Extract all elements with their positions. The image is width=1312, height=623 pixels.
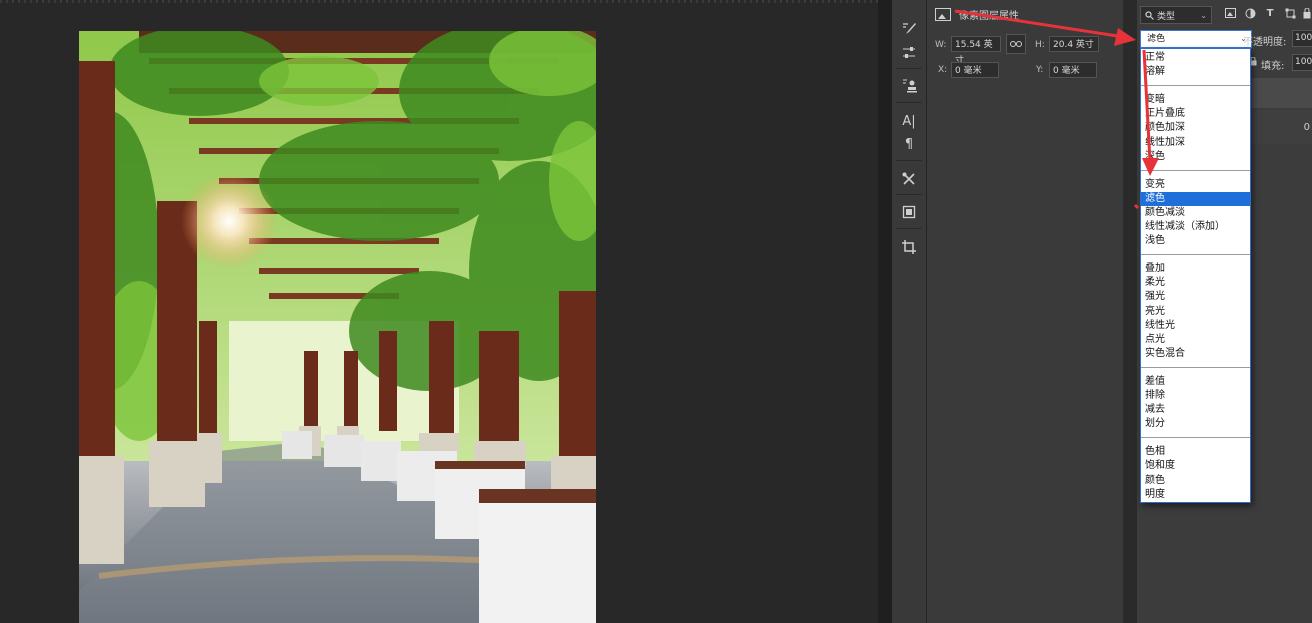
link-icon bbox=[1010, 41, 1022, 47]
type-icon[interactable]: A| bbox=[898, 110, 920, 132]
blend-mode-option[interactable]: 差值 bbox=[1141, 375, 1250, 389]
pixel-filter-icon[interactable] bbox=[1224, 8, 1236, 20]
adjust-sliders-icon[interactable] bbox=[898, 42, 920, 64]
menu-separator bbox=[1141, 437, 1250, 439]
tool-separator bbox=[896, 228, 922, 229]
x-position-field[interactable]: 0 毫米 bbox=[951, 62, 999, 78]
blend-mode-option[interactable]: 变亮 bbox=[1141, 178, 1250, 192]
menu-separator bbox=[1141, 366, 1250, 368]
type-filter-icon[interactable]: T bbox=[1264, 8, 1276, 20]
properties-panel: 像素图层属性 W: 15.54 英寸 H: 20.4 英寸 X: 0 毫米 Y:… bbox=[927, 0, 1123, 623]
blend-mode-option[interactable]: 浅色 bbox=[1141, 234, 1250, 248]
layer-row[interactable]: 0 bbox=[1251, 110, 1312, 144]
layer-kind-filter[interactable]: 类型 ⌄ bbox=[1140, 6, 1212, 24]
crop-icon[interactable] bbox=[898, 236, 920, 258]
garden-corridor-photo[interactable] bbox=[79, 31, 596, 623]
canvas-top-edge bbox=[0, 0, 878, 3]
adjustment-filter-icon[interactable] bbox=[1244, 8, 1256, 20]
document-canvas[interactable] bbox=[0, 0, 878, 623]
opacity-field[interactable]: 100% bbox=[1292, 30, 1312, 47]
width-label: W: bbox=[935, 40, 947, 50]
paragraph-icon[interactable]: ¶ bbox=[898, 133, 920, 155]
menu-separator bbox=[1141, 254, 1250, 256]
smart-object-filter-icon[interactable] bbox=[1303, 7, 1311, 20]
properties-header: 像素图层属性 bbox=[935, 6, 1019, 22]
search-icon bbox=[1145, 10, 1154, 20]
height-field[interactable]: 20.4 英寸 bbox=[1049, 36, 1099, 52]
blend-mode-option[interactable]: 饱和度 bbox=[1141, 459, 1250, 473]
blend-mode-option[interactable]: 色相 bbox=[1141, 445, 1250, 459]
height-label: H: bbox=[1035, 40, 1045, 50]
blend-mode-option[interactable]: 颜色 bbox=[1141, 474, 1250, 488]
paragraph-glyph: ¶ bbox=[904, 136, 914, 152]
history-icon[interactable] bbox=[898, 201, 920, 223]
blend-mode-dropdown[interactable]: 正常 溶解变暗 正片叠底 颜色加深 线性加深 深色变亮 滤色 颜色减淡 线性减淡（添加） 浅色叠加… bbox=[1140, 48, 1251, 503]
blend-mode-option[interactable]: 明度 bbox=[1141, 488, 1250, 502]
panel-toolstrip: A| ¶ bbox=[892, 0, 927, 623]
fill-label: 填充: bbox=[1261, 61, 1285, 72]
menu-separator bbox=[1141, 85, 1250, 87]
blend-mode-option[interactable]: 变暗 bbox=[1141, 93, 1250, 107]
blend-mode-option[interactable]: 减去 bbox=[1141, 403, 1250, 417]
blend-mode-option[interactable]: 亮光 bbox=[1141, 305, 1250, 319]
panel-divider[interactable] bbox=[1123, 0, 1137, 623]
blend-mode-option[interactable]: 线性加深 bbox=[1141, 136, 1250, 150]
tool-separator bbox=[896, 194, 922, 195]
link-proportions-button[interactable] bbox=[1006, 34, 1026, 54]
blend-mode-option[interactable]: 强光 bbox=[1141, 290, 1250, 304]
photo-artwork bbox=[79, 31, 596, 623]
type-glyph: A| bbox=[902, 113, 916, 129]
tool-separator bbox=[896, 68, 922, 69]
blend-mode-option[interactable]: 颜色减淡 bbox=[1141, 206, 1250, 220]
blend-mode-option[interactable]: 柔光 bbox=[1141, 276, 1250, 290]
opacity-label: 不透明度: bbox=[1243, 37, 1287, 48]
blend-mode-value: 滤色 bbox=[1147, 34, 1166, 44]
layer-row[interactable] bbox=[1251, 78, 1312, 108]
width-field[interactable]: 15.54 英寸 bbox=[951, 36, 1001, 66]
blend-mode-option[interactable]: 颜色加深 bbox=[1141, 121, 1250, 135]
blend-mode-option[interactable]: 线性光 bbox=[1141, 319, 1250, 333]
brush-settings-icon[interactable] bbox=[898, 18, 920, 40]
y-label: Y: bbox=[1036, 65, 1044, 75]
fill-field[interactable]: 100% bbox=[1292, 54, 1312, 71]
blend-mode-option[interactable]: 划分 bbox=[1141, 417, 1250, 431]
stamp-icon[interactable] bbox=[898, 75, 920, 97]
menu-separator bbox=[1141, 169, 1250, 171]
blend-mode-option[interactable]: 点光 bbox=[1141, 333, 1250, 347]
panel-divider[interactable] bbox=[878, 0, 892, 623]
layer-row-value: 0 bbox=[1303, 122, 1310, 133]
image-layer-icon bbox=[935, 7, 951, 21]
tool-separator bbox=[896, 160, 922, 161]
properties-title: 像素图层属性 bbox=[959, 10, 1019, 22]
blend-mode-option[interactable]: 实色混合 bbox=[1141, 347, 1250, 361]
blend-mode-option[interactable]: 正片叠底 bbox=[1141, 107, 1250, 121]
blend-mode-option[interactable]: 排除 bbox=[1141, 389, 1250, 403]
tool-separator bbox=[896, 102, 922, 103]
shape-filter-icon[interactable] bbox=[1284, 8, 1296, 20]
layer-kind-label: 类型 bbox=[1157, 11, 1176, 22]
tools-icon[interactable] bbox=[898, 168, 920, 190]
blend-mode-option[interactable]: 溶解 bbox=[1141, 65, 1250, 79]
blend-mode-option[interactable]: 线性减淡（添加） bbox=[1141, 220, 1250, 234]
chevron-down-icon: ⌄ bbox=[1200, 10, 1207, 20]
blend-mode-option[interactable]: 叠加 bbox=[1141, 262, 1250, 276]
blend-mode-option[interactable]: 正常 bbox=[1141, 51, 1250, 65]
y-position-field[interactable]: 0 毫米 bbox=[1049, 62, 1097, 78]
blend-mode-option[interactable]: 滤色 bbox=[1141, 191, 1250, 206]
blend-mode-option[interactable]: 深色 bbox=[1141, 150, 1250, 164]
blend-mode-select[interactable]: 滤色 ⌄ bbox=[1140, 30, 1252, 48]
x-label: X: bbox=[938, 65, 948, 75]
